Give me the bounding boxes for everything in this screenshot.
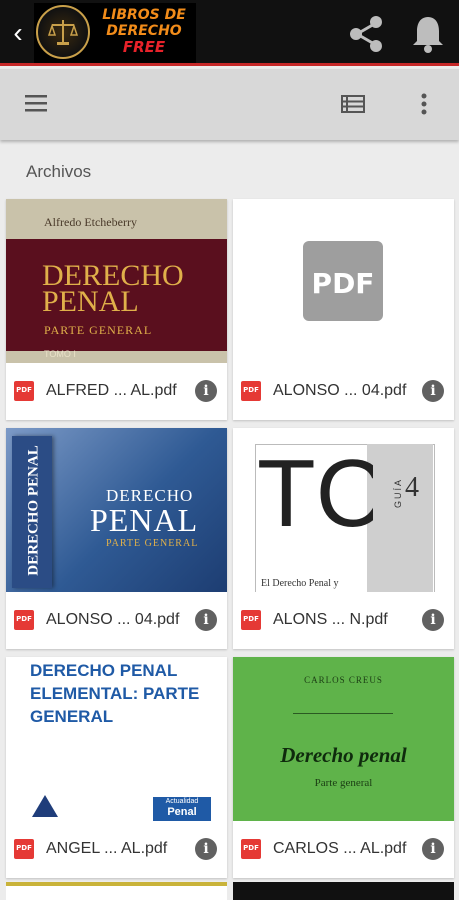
section-title: Archivos (26, 162, 92, 181)
app-logo: LIBROS DE DERECHO FREE (34, 3, 196, 63)
cover-number: 4 (405, 472, 419, 503)
bell-icon[interactable] (406, 12, 450, 56)
file-name: ALONSO ... 04.pdf (46, 611, 180, 628)
pdf-file-icon: PDF (14, 381, 34, 401)
file-card[interactable]: CARLOS CREUS Derecho penal Parte general… (233, 657, 454, 878)
file-footer: PDF ALONSO ... 04.pdf i (6, 592, 227, 649)
info-icon[interactable]: i (195, 380, 217, 402)
cover-author: CARLOS CREUS (304, 675, 383, 685)
more-vert-icon[interactable] (407, 87, 441, 121)
cover-title: DERECHO PENAL ELEMENTAL: PARTE GENERAL (30, 661, 200, 726)
svg-text:TC: TC (257, 446, 373, 546)
cover-divider (293, 713, 393, 714)
cover-subtitle: El Derecho Penal y (261, 578, 339, 589)
cover-subtitle: Parte general (314, 777, 373, 789)
chevron-left-icon[interactable]: ‹ (6, 18, 30, 48)
file-card[interactable]: DERECHO PENAL DERECHO PENAL PARTE GENERA… (6, 428, 227, 649)
pdf-placeholder-icon: PDF (303, 241, 383, 321)
file-name: CARLOS ... AL.pdf (273, 840, 407, 857)
file-name: ALONSO ... 04.pdf (273, 382, 407, 399)
file-thumbnail[interactable]: PDF (233, 199, 454, 363)
cover-grey-panel (367, 444, 433, 592)
file-name: ALFRED ... AL.pdf (46, 382, 177, 399)
file-thumbnail[interactable]: TC GUÍA 4 El Derecho Penal y (233, 428, 454, 592)
logo-text: LIBROS DE DERECHO FREE (94, 7, 194, 55)
cover-spine: DERECHO PENAL (12, 436, 52, 588)
cover-author: Alfredo Etcheberry (44, 215, 137, 229)
publisher-logo-icon (32, 795, 58, 817)
pdf-badge-label: PDF (243, 844, 259, 852)
pdf-file-icon: PDF (241, 839, 261, 859)
cover-badge-main: Penal (167, 806, 197, 818)
cover-subtitle: PARTE GENERAL (44, 323, 153, 337)
cover-title-line-2: PENAL (42, 285, 139, 318)
menu-icon[interactable] (20, 87, 54, 121)
cover-guide-label: GUÍA (393, 477, 404, 509)
pdf-file-icon: PDF (241, 610, 261, 630)
cover-subtitle: PARTE GENERAL (106, 538, 199, 549)
pdf-badge-label: PDF (243, 386, 259, 394)
pdf-badge-label: PDF (16, 615, 32, 623)
pdf-badge-label: PDF (16, 386, 32, 394)
pdf-placeholder-label: PDF (311, 267, 375, 300)
info-icon[interactable]: i (195, 838, 217, 860)
info-icon[interactable]: i (195, 609, 217, 631)
file-footer: PDF ALFRED ... AL.pdf i (6, 363, 227, 420)
cover-title-line-2: PENAL (90, 502, 199, 538)
file-name: ALONS ... N.pdf (273, 611, 388, 628)
file-thumbnail[interactable]: DERECHO PENAL DERECHO PENAL PARTE GENERA… (6, 428, 227, 592)
file-footer: PDF ALONSO ... 04.pdf i (233, 363, 454, 420)
pdf-file-icon: PDF (241, 381, 261, 401)
file-card-partial[interactable] (233, 882, 454, 900)
cover-title: DERECHO PENAL (42, 261, 184, 318)
pdf-badge-label: PDF (243, 615, 259, 623)
file-footer: PDF CARLOS ... AL.pdf i (233, 821, 454, 878)
cover-edge (6, 882, 227, 886)
file-thumbnail[interactable]: DERECHO PENAL ELEMENTAL: PARTE GENERAL A… (6, 657, 227, 821)
file-card[interactable]: TC GUÍA 4 El Derecho Penal y PDF ALONS .… (233, 428, 454, 649)
app-header: ‹ LIBROS DE DERECHO FREE (0, 0, 459, 66)
cover-title: Derecho penal (280, 743, 407, 767)
logo-text-line-3: FREE (122, 38, 166, 56)
pdf-file-icon: PDF (14, 839, 34, 859)
cover-note: TOMO I (44, 349, 76, 359)
pdf-file-icon: PDF (14, 610, 34, 630)
file-footer: PDF ANGEL ... AL.pdf i (6, 821, 227, 878)
cover-badge: Actualidad Penal (153, 797, 211, 821)
info-icon[interactable]: i (422, 380, 444, 402)
info-icon[interactable]: i (422, 838, 444, 860)
file-card[interactable]: DERECHO PENAL ELEMENTAL: PARTE GENERAL A… (6, 657, 227, 878)
file-card[interactable]: Alfredo Etcheberry DERECHO PENAL PARTE GE… (6, 199, 227, 420)
list-view-icon[interactable] (336, 87, 370, 121)
file-name: ANGEL ... AL.pdf (46, 840, 168, 857)
cover-tc-graphic: TC (257, 446, 373, 546)
file-footer: PDF ALONS ... N.pdf i (233, 592, 454, 649)
cover-badge-top: Actualidad (165, 798, 199, 805)
info-icon[interactable]: i (422, 609, 444, 631)
cover-spine-title: DERECHO PENAL (25, 445, 42, 576)
logo-text-line-1: LIBROS DE (102, 7, 186, 23)
scales-of-justice-icon (36, 5, 90, 59)
logo-text-line-2: DERECHO (106, 23, 182, 39)
pdf-badge-label: PDF (16, 844, 32, 852)
share-icon[interactable] (344, 12, 388, 56)
file-thumbnail[interactable]: Alfredo Etcheberry DERECHO PENAL PARTE GE… (6, 199, 227, 363)
toolbar (0, 69, 459, 140)
file-card-partial[interactable] (6, 882, 227, 900)
file-thumbnail[interactable]: CARLOS CREUS Derecho penal Parte general (233, 657, 454, 821)
file-card[interactable]: PDF PDF ALONSO ... 04.pdf i (233, 199, 454, 420)
